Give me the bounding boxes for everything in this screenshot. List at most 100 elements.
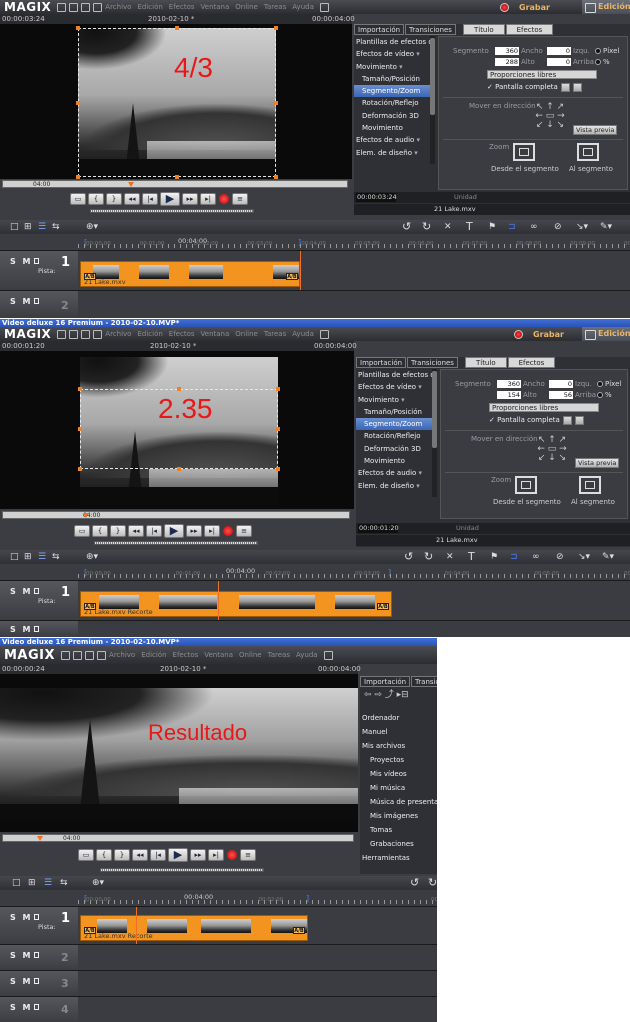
new-project-icon[interactable] <box>57 329 67 339</box>
monitor-icon[interactable]: ▭ <box>74 525 90 537</box>
nav-tamano-posicion[interactable]: Tamaño/Posición <box>354 73 430 85</box>
zoom-to-icon[interactable] <box>579 476 601 494</box>
mark-in-icon[interactable]: { <box>88 193 104 205</box>
ancho-value[interactable]: 360 <box>497 380 521 388</box>
pixel-radio[interactable] <box>597 381 603 387</box>
ab-transition-icon-end[interactable]: A/B <box>293 927 305 934</box>
nav-segmento-zoom[interactable]: Segmento/Zoom <box>356 418 432 431</box>
timeline-ruler[interactable]: [ ] 00:04:00 00:00:00 00:01:00 00:02:00 00:… <box>0 236 630 248</box>
timeline-mode-icon[interactable]: ☰ <box>38 222 46 232</box>
track-2-lane[interactable] <box>78 621 630 637</box>
media-manuel[interactable]: Manuel <box>362 728 387 736</box>
link-icon[interactable]: ∞ <box>532 552 540 562</box>
scrub-position-marker[interactable] <box>83 513 89 518</box>
menu-ayuda[interactable]: Ayuda <box>296 651 318 659</box>
menu-online[interactable]: Online <box>239 651 262 659</box>
nav-deformacion-3d[interactable]: Deformación 3D <box>356 443 432 455</box>
shuttle-bar[interactable] <box>94 541 258 545</box>
disk-icon[interactable] <box>85 650 95 660</box>
nav-plantillas[interactable]: Plantillas de efectos de <box>354 36 430 48</box>
nav-efectos-video[interactable]: Efectos de vídeo <box>356 381 432 393</box>
go-end-icon[interactable]: ▸| <box>200 193 216 205</box>
play-icon[interactable]: ▶ <box>164 524 184 538</box>
solo-mute-label[interactable]: S M <box>10 587 39 596</box>
disk-icon[interactable] <box>81 329 91 339</box>
crop-handle-tl[interactable] <box>78 387 82 391</box>
undo-icon[interactable]: ↺ <box>410 877 419 888</box>
next-marker-icon[interactable]: ▸▸ <box>182 193 198 205</box>
menu-lines-icon[interactable]: ≡ <box>236 525 252 537</box>
menu-archivo[interactable]: Archivo <box>105 3 131 11</box>
crop-handle-ml[interactable] <box>78 427 82 431</box>
plus-button[interactable] <box>561 83 570 92</box>
monitor-icon[interactable]: ▭ <box>70 193 86 205</box>
menu-tareas[interactable]: Tareas <box>264 330 286 338</box>
next-marker-icon[interactable]: ▸▸ <box>190 849 206 861</box>
effects-tool-icon[interactable]: ✎▾ <box>602 552 614 562</box>
video-clip[interactable]: A/B A/B 21 Lake.mxv <box>80 261 300 287</box>
tab-transiciones[interactable]: Transiciones <box>407 357 458 368</box>
tab-transiciones[interactable]: Transiciones <box>405 24 456 35</box>
play-icon[interactable]: ▶ <box>160 192 180 206</box>
alto-value[interactable]: 154 <box>497 391 521 399</box>
scrub-position-marker[interactable] <box>128 182 134 187</box>
record-button-icon[interactable] <box>218 193 230 205</box>
mouse-mode-icon[interactable]: ⊕▾ <box>86 222 98 232</box>
shuttle-bar[interactable] <box>90 209 254 213</box>
save-icon[interactable] <box>69 2 79 12</box>
group-icon[interactable]: ⊘ <box>554 222 562 232</box>
track-1-lane[interactable]: A/B A/B 21 Lake.mxv Recorte <box>78 907 437 1022</box>
zoom-from-icon[interactable] <box>513 143 535 161</box>
tab-efectos[interactable]: Efectos <box>507 357 556 368</box>
save-icon[interactable] <box>69 329 79 339</box>
monitor-icon[interactable]: ▭ <box>78 849 94 861</box>
media-mis-archivos[interactable]: Mis archivos <box>362 742 405 750</box>
solo-mute-label-2[interactable]: S M <box>10 625 39 634</box>
crop-handle-tm[interactable] <box>177 387 181 391</box>
nav-scrollbar[interactable] <box>430 36 435 164</box>
lock-icon-4[interactable] <box>33 1004 39 1010</box>
snap-icon[interactable]: ⊐ <box>508 222 516 232</box>
zoom-to-icon[interactable] <box>577 143 599 161</box>
crop-handle-bl[interactable] <box>78 467 82 471</box>
mouse-mode-icon[interactable]: ⊕▾ <box>86 552 98 562</box>
menu-edicion[interactable]: Edición <box>137 3 162 11</box>
tab-efectos[interactable]: Efectos <box>505 24 554 35</box>
percent-radio[interactable] <box>597 392 603 398</box>
crop-handle-tm[interactable] <box>175 26 179 30</box>
marker-icon[interactable]: ⚑ <box>490 552 498 562</box>
title-icon[interactable]: T <box>466 221 473 232</box>
prev-marker-icon[interactable]: ◂◂ <box>132 849 148 861</box>
nav-movimiento[interactable]: Movimiento <box>354 61 430 73</box>
tab-importacion[interactable]: Importación <box>354 24 405 35</box>
crop-handle-mr[interactable] <box>276 427 280 431</box>
video-monitor[interactable]: Resultado <box>0 674 358 832</box>
link-icon[interactable]: ∞ <box>530 222 538 232</box>
solo-mute-label[interactable]: S M <box>10 913 39 922</box>
nav-movimiento-sub[interactable]: Movimiento <box>354 122 430 134</box>
mixer-icon[interactable]: ⇆ <box>52 552 60 562</box>
scene-mode-icon[interactable]: ⊞ <box>28 878 36 888</box>
crop-handle-mr[interactable] <box>274 101 278 105</box>
zoom-from-icon[interactable] <box>515 476 537 494</box>
scrub-bar[interactable]: 04:00 <box>2 180 348 188</box>
crop-handle-tr[interactable] <box>276 387 280 391</box>
shuttle-bar[interactable] <box>100 868 264 872</box>
track-1-lane[interactable]: A/B A/B 21 Lake.mxv <box>78 251 630 291</box>
go-start-icon[interactable]: |◂ <box>142 193 158 205</box>
track-3-lane[interactable] <box>78 971 437 996</box>
plus-button[interactable] <box>563 416 572 425</box>
izq-value[interactable]: 0 <box>547 47 571 55</box>
lock-icon-2[interactable] <box>33 952 39 958</box>
save-icon[interactable] <box>73 650 83 660</box>
scrub-bar[interactable]: 04:00 <box>2 834 354 842</box>
solo-mute-label-4[interactable]: S M <box>10 1003 39 1012</box>
menu-ventana[interactable]: Ventana <box>204 651 233 659</box>
prev-marker-icon[interactable]: ◂◂ <box>128 525 144 537</box>
redo-icon[interactable]: ↻ <box>424 551 433 562</box>
delete-icon[interactable]: ✕ <box>444 222 452 232</box>
mixer-icon[interactable]: ⇆ <box>52 222 60 232</box>
nav-plantillas[interactable]: Plantillas de efectos de <box>356 369 432 381</box>
nav-tamano-posicion[interactable]: Tamaño/Posición <box>356 406 432 418</box>
snap-icon[interactable]: ⊐ <box>510 552 518 562</box>
